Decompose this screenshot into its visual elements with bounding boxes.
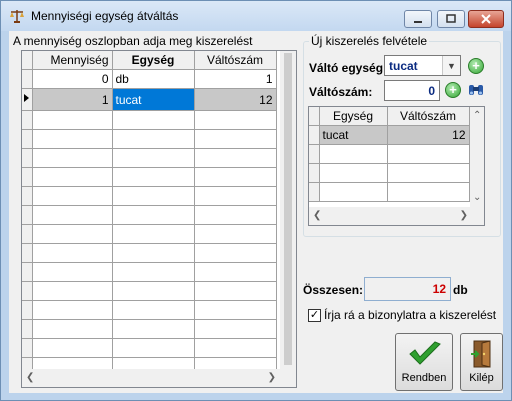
- grid-vertical-scrollbar[interactable]: [280, 51, 296, 369]
- table-row-empty[interactable]: [22, 300, 277, 320]
- cell-valtoszam[interactable]: 12: [387, 125, 470, 145]
- rate-input-value: 0: [428, 84, 435, 98]
- unit-label: Váltó egység: [309, 61, 384, 75]
- table-row-empty[interactable]: [22, 319, 277, 339]
- grid-horizontal-scrollbar[interactable]: ❮ ❯: [22, 369, 296, 387]
- scroll-left-arrow-icon[interactable]: ❮: [313, 211, 321, 221]
- cell-mennyiseg[interactable]: 1: [32, 88, 113, 111]
- total-unit: db: [453, 283, 468, 297]
- scroll-thumb[interactable]: [284, 53, 292, 365]
- dialog-window: Mennyiségi egység átváltás A mennyiség o…: [0, 0, 512, 401]
- table-row-empty[interactable]: [22, 167, 277, 187]
- quantity-grid-header: Mennyiség Egység Váltószám: [22, 51, 277, 70]
- add-unit-button[interactable]: +: [468, 58, 484, 74]
- column-header-valtoszam[interactable]: Váltószám: [194, 51, 277, 70]
- quantity-instruction: A mennyiség oszlopban adja meg kiszerelé…: [13, 34, 253, 48]
- table-row-empty[interactable]: [309, 163, 470, 183]
- row-indicator: [309, 125, 320, 145]
- ok-button[interactable]: Rendben: [395, 333, 453, 391]
- plus-icon: +: [449, 82, 457, 97]
- total-label: Összesen:: [303, 283, 364, 297]
- table-row-empty[interactable]: [22, 110, 277, 130]
- cell-egyseg[interactable]: tucat: [319, 125, 388, 145]
- close-icon: [481, 14, 491, 24]
- title-bar[interactable]: Mennyiségi egység átváltás: [1, 1, 511, 31]
- cell-egyseg[interactable]: db: [112, 69, 195, 89]
- row-indicator-header: [309, 107, 320, 126]
- chevron-down-icon[interactable]: ▼: [442, 56, 460, 75]
- table-row-empty[interactable]: [22, 338, 277, 358]
- scroll-left-arrow-icon[interactable]: ❮: [26, 373, 34, 383]
- table-row-empty[interactable]: [22, 224, 277, 244]
- minimize-icon: [414, 21, 422, 23]
- exit-button[interactable]: Kilép: [460, 333, 503, 391]
- table-row-empty[interactable]: [22, 148, 277, 168]
- minimize-button[interactable]: [404, 10, 432, 28]
- cell-valtoszam[interactable]: 1: [194, 69, 277, 89]
- table-row-empty[interactable]: [22, 205, 277, 225]
- pack-grid-header: Egység Váltószám: [309, 107, 470, 126]
- column-header-valtoszam[interactable]: Váltószám: [387, 107, 470, 126]
- table-row-selected[interactable]: 1 tucat 12: [22, 88, 277, 111]
- table-row[interactable]: 0 db 1: [22, 69, 277, 89]
- table-row-empty[interactable]: [22, 129, 277, 149]
- dialog-client: A mennyiség oszlopban adja meg kiszerelé…: [9, 31, 503, 393]
- green-checkmark-icon: [409, 341, 441, 365]
- new-pack-group-title: Új kiszerelés felvétele: [309, 34, 430, 48]
- add-rate-button[interactable]: +: [445, 82, 461, 98]
- row-indicator-header: [22, 51, 33, 70]
- scroll-right-arrow-icon[interactable]: ❯: [460, 211, 468, 221]
- scales-icon: [10, 10, 24, 23]
- print-checkbox-label[interactable]: Írja rá a bizonylatra a kiszerelést: [324, 308, 496, 322]
- binoculars-icon[interactable]: [467, 81, 485, 99]
- rate-label: Váltószám:: [309, 85, 373, 99]
- exit-door-icon: [471, 340, 491, 368]
- table-row-empty[interactable]: [22, 262, 277, 282]
- print-checkbox[interactable]: ✓: [308, 309, 321, 322]
- plus-icon: +: [472, 58, 480, 73]
- unit-select[interactable]: tucat ▼: [384, 55, 461, 76]
- cell-mennyiseg[interactable]: 0: [32, 69, 113, 89]
- pack-grid-vertical-scrollbar[interactable]: ⌃ ⌄: [470, 107, 484, 207]
- close-button[interactable]: [468, 10, 504, 28]
- table-row-empty[interactable]: [22, 243, 277, 263]
- pack-grid-horizontal-scrollbar[interactable]: ❮ ❯: [309, 207, 484, 225]
- maximize-button[interactable]: [437, 10, 465, 28]
- window-title: Mennyiségi egység átváltás: [31, 9, 179, 23]
- scroll-down-arrow-icon[interactable]: ⌄: [473, 193, 481, 203]
- maximize-icon: [446, 14, 456, 23]
- table-row-empty[interactable]: [22, 281, 277, 301]
- cell-egyseg[interactable]: tucat: [112, 88, 195, 111]
- ok-button-label: Rendben: [401, 372, 447, 384]
- row-indicator: [22, 69, 33, 89]
- checkmark-icon: ✓: [309, 309, 320, 321]
- total-value: 12: [432, 282, 446, 296]
- row-pointer-icon: [24, 94, 29, 102]
- table-row-empty[interactable]: [309, 182, 470, 202]
- scroll-up-arrow-icon[interactable]: ⌃: [473, 111, 481, 121]
- column-header-egyseg[interactable]: Egység: [112, 51, 195, 70]
- column-header-mennyiseg[interactable]: Mennyiség: [32, 51, 113, 70]
- total-field: 12: [364, 277, 451, 301]
- table-row-empty[interactable]: [309, 144, 470, 164]
- current-row-indicator: [22, 88, 33, 111]
- pack-grid[interactable]: Egység Váltószám tucat 12 ⌃ ⌄ ❮ ❯: [308, 106, 485, 226]
- column-header-egyseg[interactable]: Egység: [319, 107, 388, 126]
- table-row-selected[interactable]: tucat 12: [309, 125, 470, 145]
- quantity-grid[interactable]: Mennyiség Egység Váltószám 0 db 1 1 tuca…: [21, 50, 297, 388]
- exit-button-label: Kilép: [469, 372, 494, 384]
- table-row-empty[interactable]: [22, 186, 277, 206]
- scroll-right-arrow-icon[interactable]: ❯: [268, 373, 276, 383]
- unit-select-value: tucat: [389, 59, 418, 73]
- rate-input[interactable]: 0: [384, 80, 440, 101]
- cell-valtoszam[interactable]: 12: [194, 88, 277, 111]
